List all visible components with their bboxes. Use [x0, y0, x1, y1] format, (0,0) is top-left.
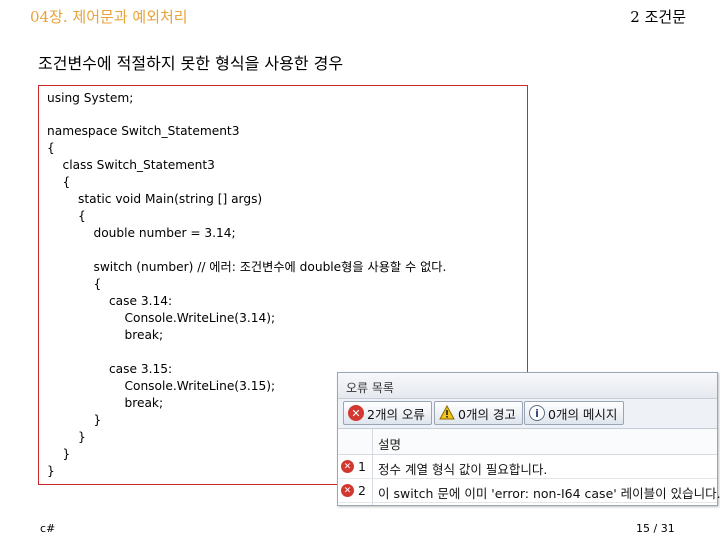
error-row[interactable]: ✕ 2 이 switch 문에 이미 'error: non-I64 case'…: [338, 479, 720, 503]
code-line: }: [47, 430, 86, 444]
error-row-number: 1: [358, 459, 366, 474]
code-line: break;: [47, 396, 164, 410]
error-list-titlebar[interactable]: 오류 목록: [338, 373, 717, 399]
code-line: break;: [47, 328, 164, 342]
warning-icon: [439, 405, 455, 421]
slide-heading: 조건변수에 적절하지 못한 형식을 사용한 경우: [38, 54, 344, 73]
code-line: {: [47, 175, 71, 189]
errors-filter-button[interactable]: ✕ 2개의 오류: [343, 401, 432, 425]
error-icon: ✕: [341, 460, 354, 473]
errors-filter-label: 2개의 오류: [367, 406, 425, 422]
error-list-panel: 오류 목록 ✕ 2개의 오류 0개의 경고 i 0개의 메시지 설명 ✕ 1 정…: [337, 372, 720, 506]
info-icon: i: [529, 405, 545, 421]
error-icon: ✕: [348, 405, 364, 421]
error-icon: ✕: [341, 484, 354, 497]
code-line: {: [47, 277, 102, 291]
error-row-number: 2: [358, 483, 366, 498]
error-row[interactable]: ✕ 1 정수 계열 형식 값이 필요합니다.: [338, 455, 717, 479]
code-line: {: [47, 209, 86, 223]
messages-filter-label: 0개의 메시지: [548, 406, 618, 422]
column-header-description[interactable]: 설명: [378, 434, 401, 453]
error-list-title: 오류 목록: [346, 381, 394, 395]
error-grid-header: 설명: [338, 429, 717, 455]
code-line: double number = 3.14;: [47, 226, 236, 240]
code-line: switch (number) // 에러: 조건변수에 double형을 사용…: [47, 260, 447, 274]
section-label: 2 조건문: [630, 8, 686, 26]
code-line: namespace Switch_Statement3: [47, 124, 240, 138]
footer-label: c#: [40, 522, 56, 535]
warnings-filter-label: 0개의 경고: [458, 406, 516, 422]
warnings-filter-button[interactable]: 0개의 경고: [434, 401, 523, 425]
code-line: }: [47, 413, 102, 427]
code-line: Console.WriteLine(3.15);: [47, 379, 276, 393]
code-line: {: [47, 141, 55, 155]
error-row-description: 이 switch 문에 이미 'error: non-I64 case' 레이블…: [378, 486, 720, 501]
code-line: case 3.14:: [47, 294, 173, 308]
code-line: class Switch_Statement3: [47, 158, 215, 172]
page-number: 15 / 31: [636, 522, 675, 535]
chapter-title: 04장. 제어문과 예외처리: [30, 8, 188, 26]
code-line: }: [47, 464, 55, 478]
code-line: Console.WriteLine(3.14);: [47, 311, 276, 325]
error-row-description: 정수 계열 형식 값이 필요합니다.: [378, 462, 548, 477]
code-line: }: [47, 447, 71, 461]
error-list-toolbar: ✕ 2개의 오류 0개의 경고 i 0개의 메시지: [338, 399, 717, 429]
code-line: static void Main(string [] args): [47, 192, 263, 206]
code-line: using System;: [47, 91, 134, 105]
code-line: case 3.15:: [47, 362, 173, 376]
messages-filter-button[interactable]: i 0개의 메시지: [524, 401, 625, 425]
